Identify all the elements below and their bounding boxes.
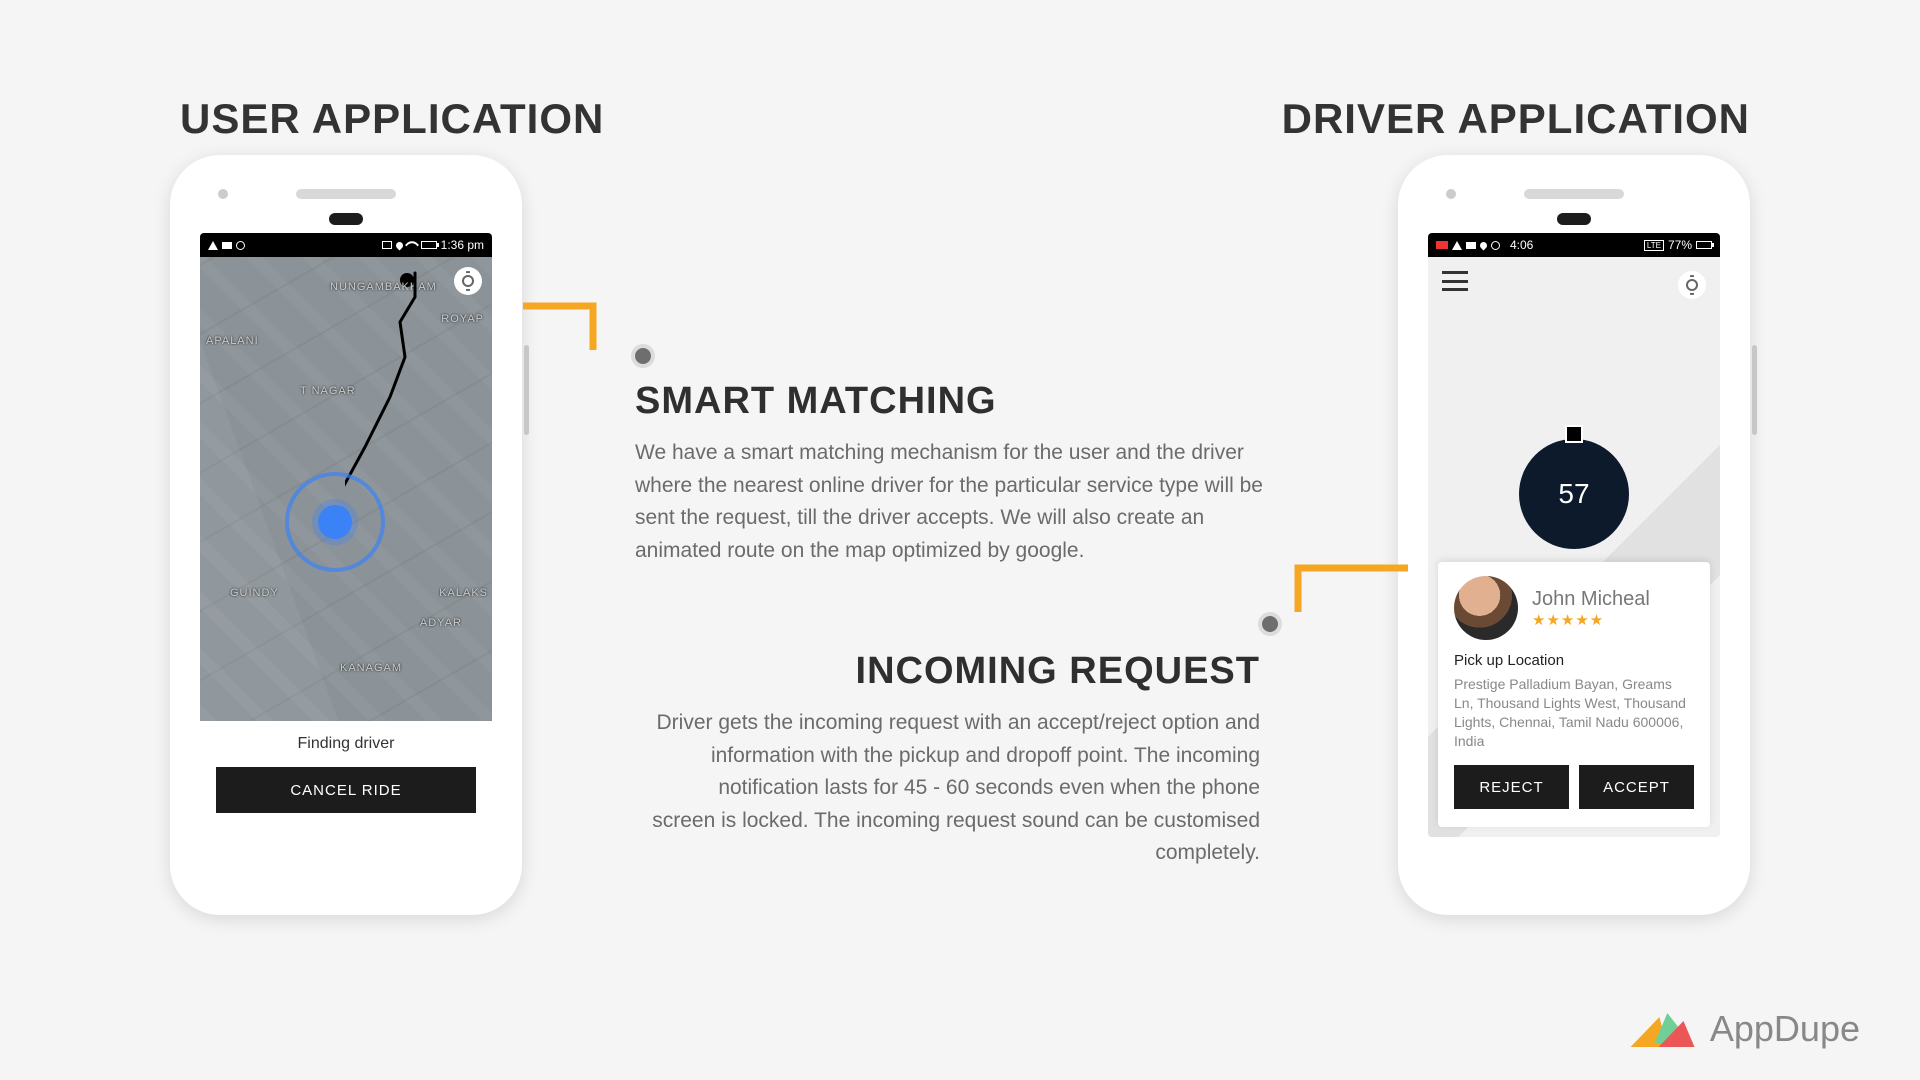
map-label-kalaks: KALAKS bbox=[439, 587, 488, 599]
smart-matching-section: SMART MATCHING We have a smart matching … bbox=[635, 380, 1265, 567]
pickup-label: Pick up Location bbox=[1454, 652, 1694, 669]
video-icon bbox=[222, 242, 232, 249]
sync-icon bbox=[1491, 241, 1500, 250]
driver-phone-frame: 4:06 LTE 77% 57 bbox=[1398, 155, 1750, 915]
face-icon bbox=[236, 241, 245, 250]
user-app-heading: USER APPLICATION bbox=[180, 95, 604, 143]
incoming-request-body: Driver gets the incoming request with an… bbox=[650, 707, 1260, 870]
hamburger-icon bbox=[1442, 271, 1468, 274]
countdown-value: 57 bbox=[1558, 478, 1589, 510]
battery-percent: 77% bbox=[1668, 238, 1692, 252]
locate-me-button[interactable] bbox=[1678, 271, 1706, 299]
phone-power-button bbox=[1752, 345, 1757, 435]
passenger-name: John Micheal bbox=[1532, 588, 1650, 611]
right-connector bbox=[1258, 562, 1408, 632]
phone-camera-icon bbox=[1446, 189, 1456, 199]
battery-icon bbox=[1696, 241, 1712, 249]
left-connector bbox=[523, 300, 653, 370]
map-label-tnagar: T NAGAR bbox=[300, 385, 356, 397]
phone-power-button bbox=[524, 345, 529, 435]
driver-app-heading: DRIVER APPLICATION bbox=[1282, 95, 1750, 143]
driver-status-bar: 4:06 LTE 77% bbox=[1428, 233, 1720, 257]
cast-icon bbox=[382, 241, 392, 249]
reject-button[interactable]: REJECT bbox=[1454, 765, 1569, 809]
user-status-bar: 1:36 pm bbox=[200, 233, 492, 257]
map-label-royap: ROYAP bbox=[441, 313, 484, 325]
status-time: 1:36 pm bbox=[441, 238, 484, 252]
smart-matching-body: We have a smart matching mechanism for t… bbox=[635, 437, 1265, 567]
volte-icon: LTE bbox=[1644, 240, 1664, 251]
current-location-icon bbox=[318, 505, 352, 539]
user-app-screen: 1:36 pm NUNGAMBAKKAM ROYAP APALANI T NAG… bbox=[200, 233, 492, 837]
map-label-adyar: ADYAR bbox=[420, 617, 462, 629]
signal-icon bbox=[1452, 241, 1462, 250]
location-icon bbox=[394, 240, 404, 250]
countdown-timer: 57 bbox=[1519, 439, 1629, 549]
map-label-kanagam: KANAGAM bbox=[340, 662, 402, 674]
location-icon bbox=[1479, 240, 1489, 250]
incoming-request-title: INCOMING REQUEST bbox=[650, 650, 1260, 693]
signal-icon bbox=[208, 241, 218, 250]
driver-app-screen: 4:06 LTE 77% 57 bbox=[1428, 233, 1720, 837]
incoming-request-card: John Micheal ★★★★★ Pick up Location Pres… bbox=[1438, 562, 1710, 827]
crosshair-icon bbox=[1686, 279, 1698, 291]
passenger-rating: ★★★★★ bbox=[1532, 611, 1650, 629]
map-label-nungambakkam: NUNGAMBAKKAM bbox=[330, 281, 437, 293]
locate-me-button[interactable] bbox=[454, 267, 482, 295]
finding-driver-text: Finding driver bbox=[216, 735, 476, 753]
connector-endpoint-icon bbox=[631, 344, 655, 368]
video-icon bbox=[1466, 242, 1476, 249]
accept-button[interactable]: ACCEPT bbox=[1579, 765, 1694, 809]
crosshair-icon bbox=[462, 275, 474, 287]
user-map-view[interactable]: NUNGAMBAKKAM ROYAP APALANI T NAGAR GUIND… bbox=[200, 257, 492, 721]
phone-camera-icon bbox=[218, 189, 228, 199]
carrier-icon bbox=[1436, 241, 1448, 249]
phone-speaker-icon bbox=[296, 189, 396, 199]
brand-footer: AppDupe bbox=[1642, 1008, 1860, 1050]
map-label-kodambakkam: APALANI bbox=[206, 335, 259, 347]
phone-sensor-icon bbox=[1557, 213, 1591, 225]
brand-name: AppDupe bbox=[1710, 1008, 1860, 1050]
pickup-address: Prestige Palladium Bayan, Greams Ln, Tho… bbox=[1454, 675, 1694, 751]
phone-speaker-icon bbox=[1524, 189, 1624, 199]
phone-sensor-icon bbox=[329, 213, 363, 225]
user-phone-frame: 1:36 pm NUNGAMBAKKAM ROYAP APALANI T NAG… bbox=[170, 155, 522, 915]
smart-matching-title: SMART MATCHING bbox=[635, 380, 1265, 423]
driver-map-view[interactable]: 57 John Micheal ★★★★★ Pick up Location P… bbox=[1428, 257, 1720, 837]
map-label-guindy: GUINDY bbox=[230, 587, 279, 599]
passenger-avatar bbox=[1454, 576, 1518, 640]
connector-endpoint-icon bbox=[1258, 612, 1282, 636]
user-bottom-panel: Finding driver CANCEL RIDE bbox=[200, 721, 492, 837]
incoming-request-section: INCOMING REQUEST Driver gets the incomin… bbox=[650, 650, 1260, 870]
brand-logo-icon bbox=[1642, 1009, 1696, 1049]
cancel-ride-button[interactable]: CANCEL RIDE bbox=[216, 767, 476, 813]
battery-icon bbox=[421, 241, 437, 249]
wifi-icon bbox=[405, 238, 419, 252]
menu-button[interactable] bbox=[1442, 271, 1468, 291]
status-time: 4:06 bbox=[1510, 238, 1533, 252]
